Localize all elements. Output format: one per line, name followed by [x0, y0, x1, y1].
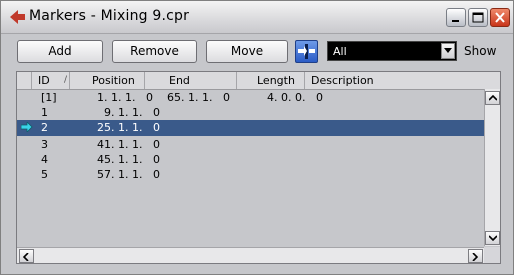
- markers-window: Markers - Mixing 9.cpr Add Remove Move A…: [0, 0, 514, 275]
- vertical-scrollbar[interactable]: [484, 89, 500, 246]
- filter-select[interactable]: All: [327, 41, 457, 61]
- remove-button[interactable]: Remove: [112, 40, 197, 63]
- cubase-arrow-icon: [9, 9, 26, 25]
- cell-position: 57. 1. 1. 0: [97, 168, 160, 181]
- table-row[interactable]: 4 45. 1. 1. 0: [17, 152, 485, 167]
- scroll-right-button[interactable]: [468, 249, 483, 263]
- cell-id: 4: [41, 153, 48, 166]
- cell-id: [1]: [41, 91, 57, 104]
- chevron-down-icon: [489, 235, 497, 241]
- horizontal-scrollbar[interactable]: [17, 247, 484, 263]
- window-title: Markers - Mixing 9.cpr: [29, 8, 190, 24]
- cell-position: 25. 1. 1. 0: [97, 121, 160, 134]
- header-pointer-column[interactable]: [17, 72, 32, 89]
- cycle-marker-toggle-button[interactable]: [295, 40, 318, 63]
- header-description[interactable]: Description: [305, 72, 484, 89]
- sort-indicator-icon: /: [64, 75, 68, 85]
- current-marker-arrow-icon: [20, 121, 33, 135]
- maximize-button[interactable]: [468, 8, 488, 27]
- cycle-marker-toggle-icon: [298, 44, 315, 59]
- cell-id: 3: [41, 138, 48, 151]
- show-label: Show: [464, 44, 497, 58]
- cell-length: 4. 0. 0. 0: [267, 91, 323, 104]
- table-row[interactable]: 1 9. 1. 1. 0: [17, 105, 485, 120]
- table-row[interactable]: 5 57. 1. 1. 0: [17, 167, 485, 182]
- cell-end: 65. 1. 1. 0: [167, 91, 230, 104]
- table-row[interactable]: 2 25. 1. 1. 0: [17, 120, 485, 136]
- close-button[interactable]: [490, 8, 510, 27]
- list-header: ID / Position End Length Description: [17, 72, 500, 90]
- chevron-up-icon: [489, 95, 497, 101]
- header-length[interactable]: Length: [237, 72, 305, 89]
- add-button[interactable]: Add: [17, 40, 103, 63]
- cell-position: 41. 1. 1. 0: [97, 138, 160, 151]
- cell-id: 1: [41, 106, 48, 119]
- cell-position: 45. 1. 1. 0: [97, 153, 160, 166]
- chevron-left-icon: [23, 253, 29, 261]
- title-bar[interactable]: Markers - Mixing 9.cpr: [1, 1, 513, 34]
- scroll-down-button[interactable]: [485, 231, 500, 245]
- scroll-left-button[interactable]: [19, 249, 34, 263]
- filter-value: All: [333, 45, 347, 58]
- header-end[interactable]: End: [145, 72, 237, 89]
- toolbar: Add Remove Move All Show: [1, 34, 513, 72]
- cell-id: 5: [41, 168, 48, 181]
- cell-position: 9. 1. 1. 0: [104, 106, 160, 119]
- chevron-right-icon: [472, 253, 478, 261]
- minimize-button[interactable]: [446, 8, 466, 27]
- marker-list[interactable]: ID / Position End Length Description [1]…: [16, 71, 501, 264]
- move-button[interactable]: Move: [206, 40, 288, 63]
- cell-position: 1. 1. 1. 0: [97, 91, 153, 104]
- scroll-up-button[interactable]: [485, 91, 500, 105]
- table-row[interactable]: [1] 1. 1. 1. 0 65. 1. 1. 0 4. 0. 0. 0: [17, 90, 485, 105]
- table-row[interactable]: 3 41. 1. 1. 0: [17, 137, 485, 152]
- cell-id: 2: [41, 121, 48, 134]
- chevron-down-icon[interactable]: [441, 43, 455, 59]
- scrollbar-corner: [484, 247, 500, 263]
- header-position[interactable]: Position: [70, 72, 145, 89]
